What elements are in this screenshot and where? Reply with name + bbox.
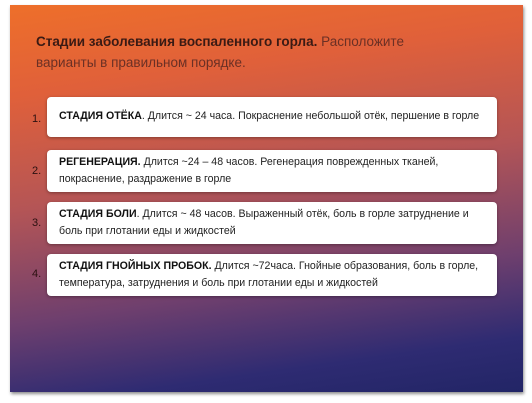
stage-card-regeneration[interactable]: РЕГЕНЕРАЦИЯ. Длится ~24 – 48 часов. Реге… (47, 150, 497, 192)
stage-description: . Длится ~ 24 часа. Покраснение небольшо… (141, 110, 480, 122)
item-number: 2. (32, 165, 42, 177)
title-bold: Стадии заболевания воспаленного горла. (36, 34, 318, 49)
stage-card-purulent-plugs[interactable]: СТАДИЯ ГНОЙНЫХ ПРОБОК. Длится ~72часа. Г… (47, 254, 497, 296)
stage-name: СТАДИЯ БОЛИ (59, 208, 137, 220)
item-number: 3. (32, 217, 42, 229)
item-number: 4. (32, 268, 42, 280)
stage-name: РЕГЕНЕРАЦИЯ. (59, 156, 141, 168)
slide-title: Стадии заболевания воспаленного горла. Р… (36, 31, 466, 73)
stage-name: СТАДИЯ ГНОЙНЫХ ПРОБОК. (59, 260, 212, 272)
stage-name: СТАДИЯ ОТЁКА (59, 110, 142, 122)
stage-card-edema[interactable]: СТАДИЯ ОТЁКА. Длится ~ 24 часа. Покрасне… (47, 97, 497, 137)
slide: Стадии заболевания воспаленного горла. Р… (10, 5, 523, 392)
stage-card-pain[interactable]: СТАДИЯ БОЛИ. Длится ~ 48 часов. Выраженн… (47, 202, 497, 244)
item-number: 1. (32, 113, 42, 125)
